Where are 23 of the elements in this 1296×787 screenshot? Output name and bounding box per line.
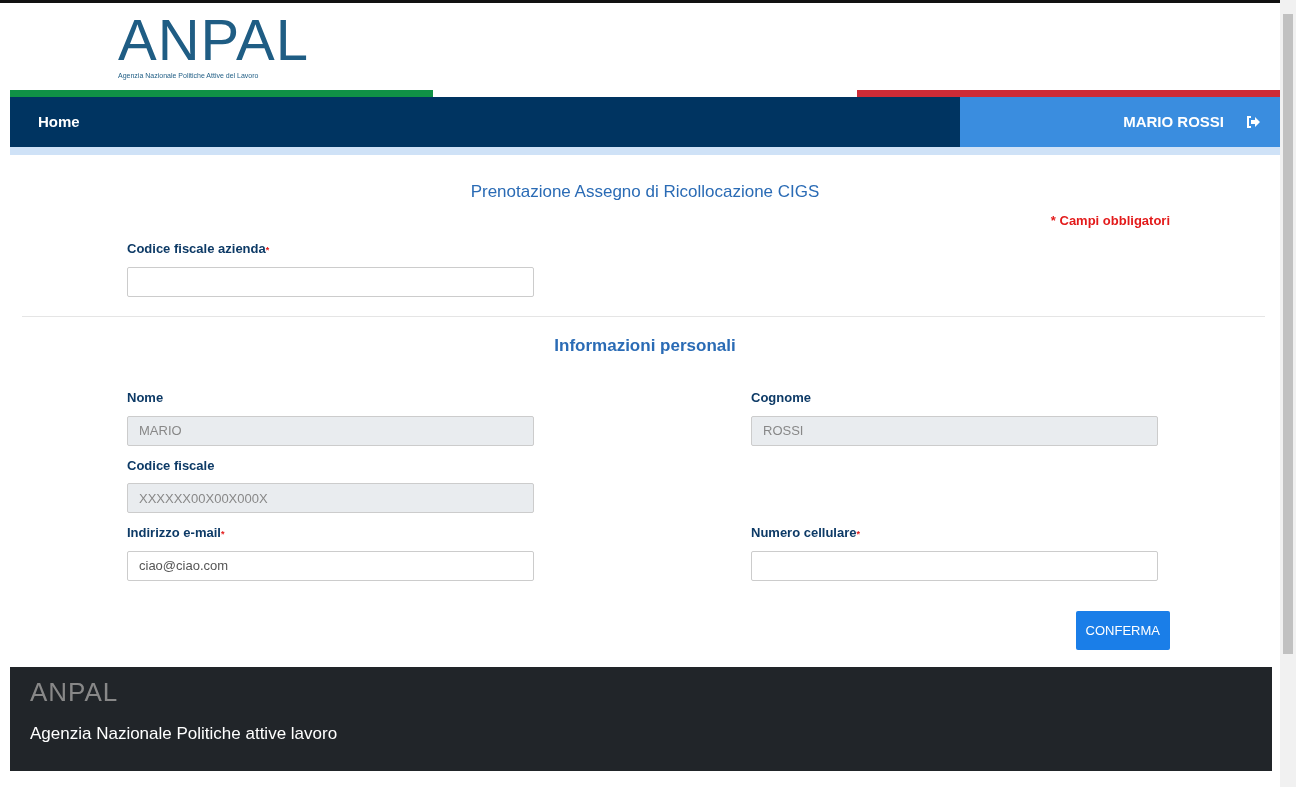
field-label: Numero cellulare*	[751, 524, 861, 542]
field-label: Nome	[127, 389, 165, 407]
section-title: Informazioni personali	[553, 334, 737, 357]
input-field[interactable]	[751, 550, 1158, 581]
field-label: Cognome	[751, 389, 812, 407]
confirm-button[interactable]: CONFERMA	[1075, 610, 1170, 650]
footer-text: Agenzia Nazionale Politiche attive lavoro	[30, 723, 339, 745]
input-field: XXXXXX00X00X000X	[127, 483, 534, 513]
footer-logo: ANPAL	[30, 679, 120, 705]
logout-icon[interactable]	[1246, 116, 1260, 128]
input-field[interactable]: ciao@ciao.com	[127, 550, 534, 581]
input-field: ROSSI	[751, 415, 1158, 446]
required-note: * Campi obbligatori	[1050, 211, 1170, 230]
logo: ANPAL	[118, 11, 309, 69]
field-label: Codice fiscale azienda*	[127, 240, 271, 258]
scrollbar[interactable]	[1280, 0, 1296, 787]
home-link[interactable]: Home	[38, 110, 80, 134]
field-label: Codice fiscale	[127, 456, 216, 475]
user-name: MARIO ROSSI	[1123, 111, 1224, 132]
field-label: Indirizzo e-mail*	[127, 524, 226, 542]
form-title: Prenotazione Assegno di Ricollocazione CIGS	[469, 181, 821, 203]
input-field: MARIO	[127, 415, 534, 446]
input-field[interactable]	[127, 266, 534, 297]
